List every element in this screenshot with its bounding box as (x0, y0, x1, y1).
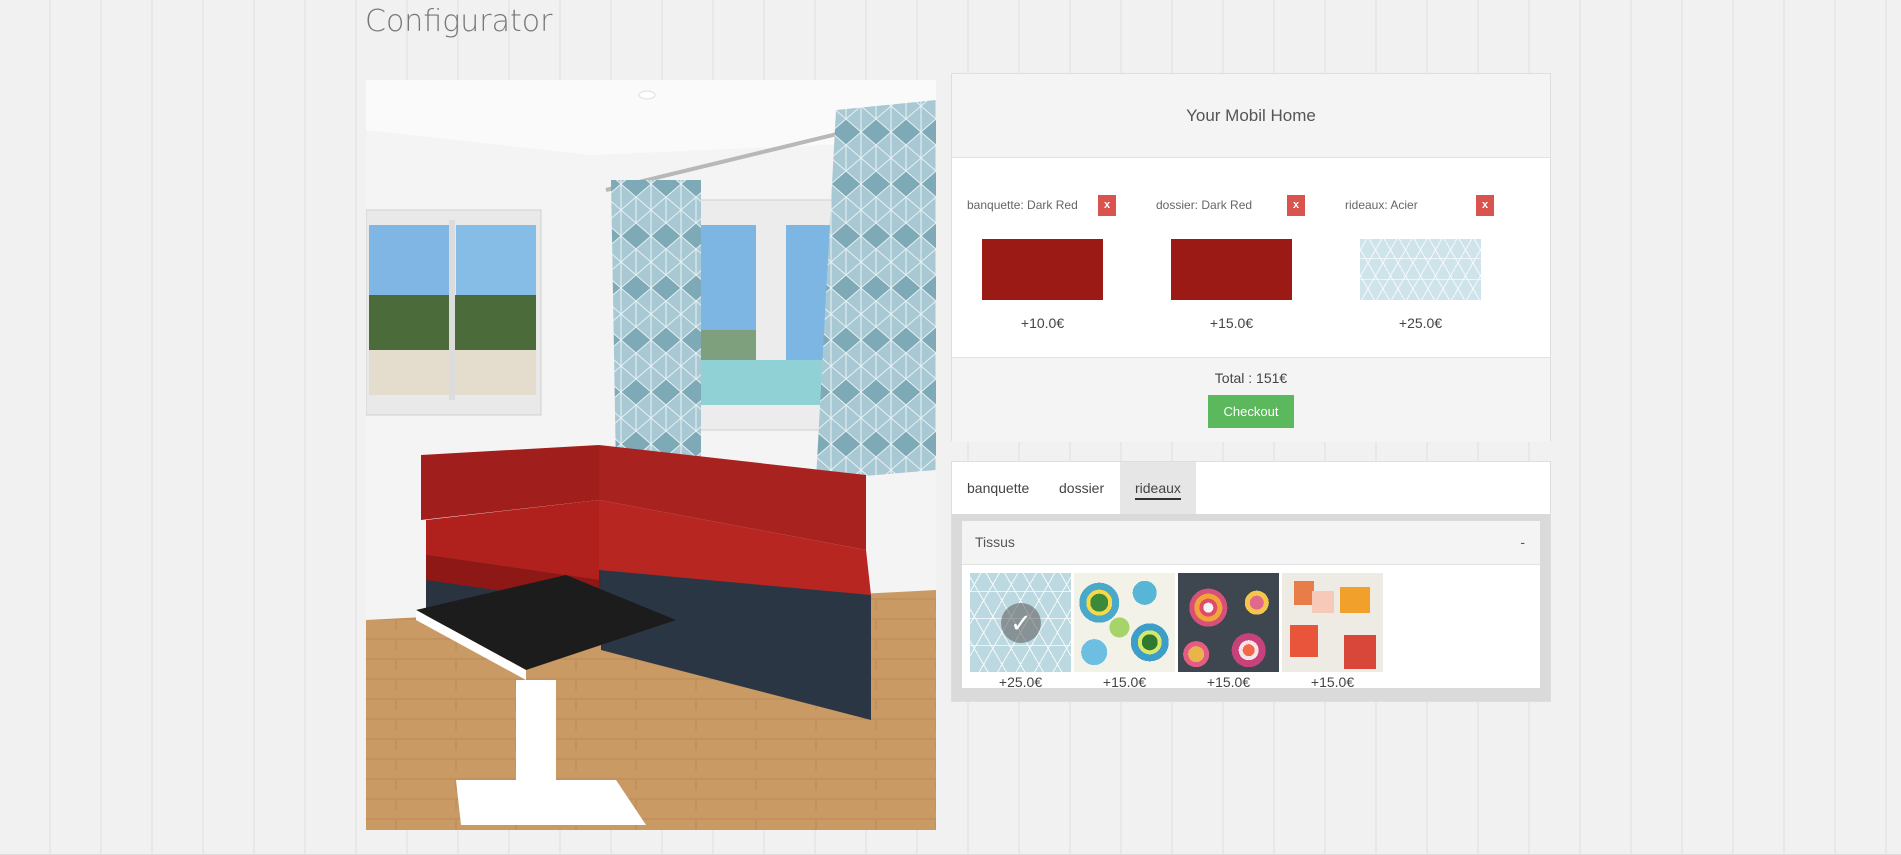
remove-banquette-button[interactable]: x (1098, 195, 1116, 216)
summary-item-banquette: banquette: Dark Red x +10.0€ (967, 195, 1137, 331)
fabric-swatch (1282, 573, 1383, 672)
fabric-option-red-squares[interactable]: +15.0€ (1282, 573, 1383, 690)
summary-item-dossier: dossier: Dark Red x +15.0€ (1156, 195, 1326, 331)
part-tabs: banquette dossier rideaux (952, 462, 1550, 514)
fabric-swatch (1074, 573, 1175, 672)
fabric-panel-header[interactable]: Tissus - (962, 521, 1540, 565)
remove-rideaux-button[interactable]: x (1476, 195, 1494, 216)
checkout-button[interactable]: Checkout (1208, 395, 1294, 428)
summary-item-rideaux: rideaux: Acier x +25.0€ (1345, 195, 1515, 331)
banquette-swatch (982, 239, 1103, 300)
room-preview-image (366, 80, 936, 830)
item-price: +25.0€ (1398, 315, 1443, 331)
fabric-swatch: ✓ (970, 573, 1071, 672)
tab-label: banquette (967, 480, 1030, 496)
summary-header: Your Mobil Home (952, 74, 1550, 158)
remove-dossier-button[interactable]: x (1287, 195, 1305, 216)
item-price: +10.0€ (1020, 315, 1065, 331)
tab-banquette[interactable]: banquette (952, 462, 1044, 514)
fabric-panel-title: Tissus (975, 534, 1015, 550)
tab-label: dossier (1059, 480, 1105, 496)
check-icon: ✓ (1001, 603, 1041, 643)
rideaux-swatch (1360, 239, 1481, 300)
tab-dossier[interactable]: dossier (1044, 462, 1119, 514)
item-price: +15.0€ (1209, 315, 1254, 331)
fabric-price: +15.0€ (1310, 674, 1355, 690)
summary-items: banquette: Dark Red x +10.0€ dossier: Da… (952, 158, 1550, 357)
fabric-price: +25.0€ (998, 674, 1043, 690)
fabric-price: +15.0€ (1102, 674, 1147, 690)
fabric-swatch (1178, 573, 1279, 672)
fabric-price: +15.0€ (1206, 674, 1251, 690)
dossier-swatch (1171, 239, 1292, 300)
total-label: Total : 151€ (1214, 370, 1288, 386)
options-panel: banquette dossier rideaux Tissus - ✓ +25… (951, 461, 1551, 702)
summary-panel: Your Mobil Home banquette: Dark Red x +1… (951, 73, 1551, 442)
fabric-option-geometric-blue[interactable]: ✓ +25.0€ (970, 573, 1071, 690)
fabric-panel: Tissus - ✓ +25.0€ +15.0€ +15.0€ +15.0€ (962, 521, 1540, 690)
tab-rideaux[interactable]: rideaux (1120, 462, 1196, 514)
tab-label: rideaux (1135, 480, 1181, 500)
fabric-option-green-circles[interactable]: +15.0€ (1074, 573, 1175, 690)
fabric-option-mandala[interactable]: +15.0€ (1178, 573, 1279, 690)
collapse-toggle[interactable]: - (1520, 521, 1525, 564)
summary-footer: Total : 151€ Checkout (952, 357, 1550, 442)
page-title: Configurator (365, 4, 553, 39)
